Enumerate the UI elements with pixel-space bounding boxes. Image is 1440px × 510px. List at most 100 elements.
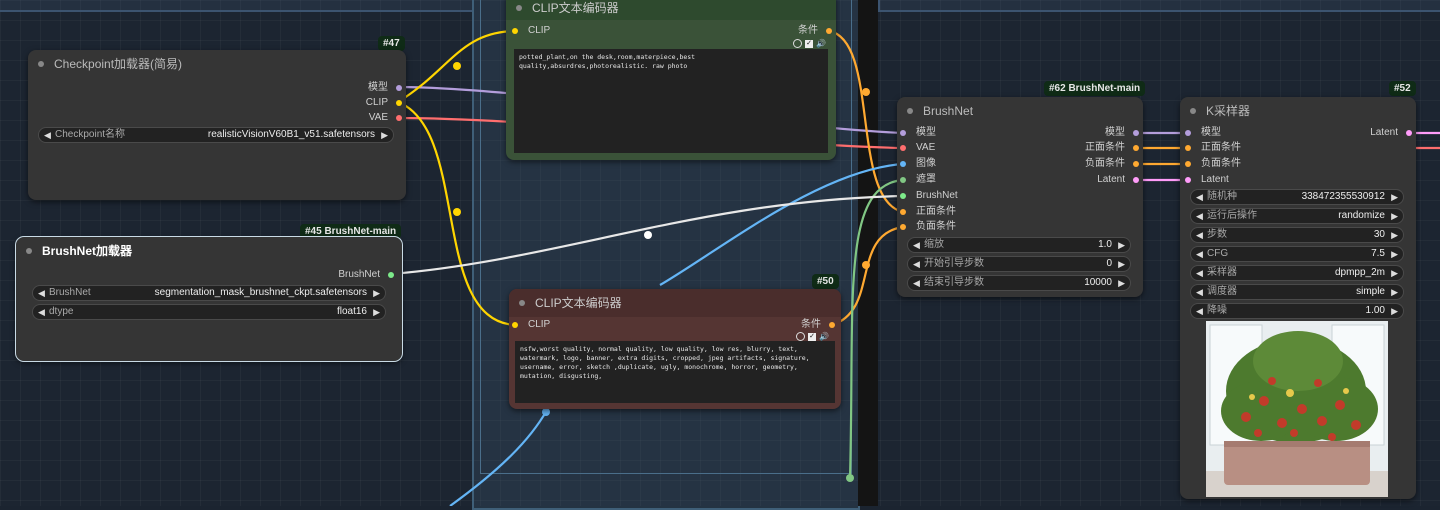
checkbox-icon[interactable]: ✓ <box>808 332 817 341</box>
input-positive[interactable]: 正面条件 <box>900 204 956 220</box>
arrow-right-icon[interactable]: ▶ <box>1391 285 1398 299</box>
output-dot-icon[interactable] <box>396 85 402 91</box>
output-dot-icon[interactable] <box>396 115 402 121</box>
output-dot-icon[interactable] <box>1133 161 1139 167</box>
output-dot-icon[interactable] <box>1406 130 1412 136</box>
arrow-right-icon[interactable]: ▶ <box>1391 209 1398 223</box>
input-dot-icon[interactable] <box>900 209 906 215</box>
input-clip[interactable]: CLIP <box>512 317 550 333</box>
wire-reroute-dot[interactable] <box>453 62 461 70</box>
node-title[interactable]: Checkpoint加载器(简易) <box>28 50 406 78</box>
input-dot-icon[interactable] <box>512 322 518 328</box>
input-dot-icon[interactable] <box>1185 161 1191 167</box>
arrow-left-icon[interactable]: ◀ <box>38 286 45 300</box>
arrow-left-icon[interactable]: ◀ <box>913 276 920 290</box>
input-dot-icon[interactable] <box>900 130 906 136</box>
output-dot-icon[interactable] <box>1133 177 1139 183</box>
input-positive[interactable]: 正面条件 <box>1185 140 1241 156</box>
arrow-left-icon[interactable]: ◀ <box>38 305 45 319</box>
input-dot-icon[interactable] <box>900 193 906 199</box>
arrow-right-icon[interactable]: ▶ <box>1391 190 1398 204</box>
wire-reroute-dot[interactable] <box>453 208 461 216</box>
checkbox-icon[interactable]: ✓ <box>805 39 814 48</box>
sampler-combo[interactable]: ◀ 采样器 dpmpp_2m ▶ <box>1190 265 1404 281</box>
dtype-combo[interactable]: ◀ dtype float16 ▶ <box>32 304 386 320</box>
circle-toggle-icon[interactable] <box>793 39 803 49</box>
wire-reroute-dot[interactable] <box>862 261 870 269</box>
output-model[interactable]: 模型 <box>368 80 402 96</box>
output-clip[interactable]: CLIP <box>366 95 402 111</box>
output-dot-icon[interactable] <box>826 28 832 34</box>
arrow-left-icon[interactable]: ◀ <box>1196 228 1203 242</box>
brushnet-combo[interactable]: ◀ BrushNet segmentation_mask_brushnet_ck… <box>32 285 386 301</box>
collapse-dot-icon[interactable] <box>516 5 522 11</box>
output-brushnet[interactable]: BrushNet <box>338 267 394 283</box>
control-after-generate-combo[interactable]: ◀ 运行后操作 randomize ▶ <box>1190 208 1404 224</box>
input-negative[interactable]: 负面条件 <box>900 219 956 235</box>
input-dot-icon[interactable] <box>900 177 906 183</box>
wire-reroute-dot[interactable] <box>846 474 854 482</box>
arrow-left-icon[interactable]: ◀ <box>1196 266 1203 280</box>
widget-toggles[interactable]: ✓ 🔊 <box>793 39 826 49</box>
arrow-left-icon[interactable]: ◀ <box>1196 190 1203 204</box>
output-negative[interactable]: 负面条件 <box>1085 156 1139 172</box>
input-mask[interactable]: 遮罩 <box>900 172 936 188</box>
input-clip[interactable]: CLIP <box>512 23 550 39</box>
output-latent[interactable]: Latent <box>1370 125 1412 141</box>
input-dot-icon[interactable] <box>1185 145 1191 151</box>
input-latent[interactable]: Latent <box>1185 172 1229 188</box>
brushnet-loader-node[interactable]: BrushNet加载器 BrushNet ◀ BrushNet segmenta… <box>15 236 403 362</box>
output-model[interactable]: 模型 <box>1105 125 1139 141</box>
denoise-number[interactable]: ◀ 降噪 1.00 ▶ <box>1190 303 1404 319</box>
clip-text-encode-positive-node[interactable]: CLIP文本编码器 CLIP 条件 ✓ 🔊 potted_plant,on the… <box>506 0 836 160</box>
input-dot-icon[interactable] <box>512 28 518 34</box>
speaker-icon[interactable]: 🔊 <box>816 39 826 48</box>
input-negative[interactable]: 负面条件 <box>1185 156 1241 172</box>
wire-reroute-dot[interactable] <box>542 408 550 416</box>
output-conditioning[interactable]: 条件 <box>798 23 832 39</box>
arrow-right-icon[interactable]: ▶ <box>1391 228 1398 242</box>
input-brushnet[interactable]: BrushNet <box>900 188 958 204</box>
output-vae[interactable]: VAE <box>369 110 402 126</box>
arrow-left-icon[interactable]: ◀ <box>913 238 920 252</box>
input-dot-icon[interactable] <box>900 224 906 230</box>
speaker-icon[interactable]: 🔊 <box>819 332 829 341</box>
cfg-number[interactable]: ◀ CFG 7.5 ▶ <box>1190 246 1404 262</box>
collapse-dot-icon[interactable] <box>26 248 32 254</box>
node-title[interactable]: BrushNet <box>897 97 1143 125</box>
input-model[interactable]: 模型 <box>900 125 936 141</box>
output-dot-icon[interactable] <box>396 100 402 106</box>
seed-number[interactable]: ◀ 随机种 338472355530912 ▶ <box>1190 189 1404 205</box>
wire-reroute-dot[interactable] <box>644 231 652 239</box>
start-step-number[interactable]: ◀ 开始引导步数 0 ▶ <box>907 256 1131 272</box>
input-vae[interactable]: VAE <box>900 140 935 156</box>
ksampler-node[interactable]: K采样器 模型 正面条件 负面条件 Latent Latent ◀ 随机种 33… <box>1180 97 1416 499</box>
arrow-right-icon[interactable]: ▶ <box>1118 238 1125 252</box>
arrow-right-icon[interactable]: ▶ <box>1391 266 1398 280</box>
widget-toggles[interactable]: ✓ 🔊 <box>796 332 829 342</box>
input-dot-icon[interactable] <box>900 161 906 167</box>
input-dot-icon[interactable] <box>1185 130 1191 136</box>
output-latent[interactable]: Latent <box>1097 172 1139 188</box>
collapse-dot-icon[interactable] <box>907 108 913 114</box>
clip-text-encode-negative-node[interactable]: CLIP文本编码器 CLIP 条件 ✓ 🔊 nsfw,worst quality,… <box>509 289 841 409</box>
output-dot-icon[interactable] <box>1133 130 1139 136</box>
input-model[interactable]: 模型 <box>1185 125 1221 141</box>
arrow-right-icon[interactable]: ▶ <box>1118 276 1125 290</box>
node-title[interactable]: K采样器 <box>1180 97 1416 125</box>
wire-reroute-dot[interactable] <box>862 88 870 96</box>
end-step-number[interactable]: ◀ 结束引导步数 10000 ▶ <box>907 275 1131 291</box>
arrow-right-icon[interactable]: ▶ <box>381 128 388 142</box>
arrow-right-icon[interactable]: ▶ <box>1391 247 1398 261</box>
output-conditioning[interactable]: 条件 <box>801 317 835 333</box>
arrow-left-icon[interactable]: ◀ <box>1196 209 1203 223</box>
scheduler-combo[interactable]: ◀ 调度器 simple ▶ <box>1190 284 1404 300</box>
output-positive[interactable]: 正面条件 <box>1085 140 1139 156</box>
node-title[interactable]: CLIP文本编码器 <box>509 289 841 317</box>
positive-prompt-textarea[interactable]: potted_plant,on the desk,room,materpiece… <box>514 49 828 153</box>
arrow-left-icon[interactable]: ◀ <box>1196 304 1203 318</box>
collapse-dot-icon[interactable] <box>1190 108 1196 114</box>
arrow-right-icon[interactable]: ▶ <box>373 286 380 300</box>
ckpt-name-combo[interactable]: ◀ Checkpoint名称 realisticVisionV60B1_v51.… <box>38 127 394 143</box>
checkpoint-loader-node[interactable]: Checkpoint加载器(简易) 模型 CLIP VAE ◀ Checkpoi… <box>28 50 406 200</box>
